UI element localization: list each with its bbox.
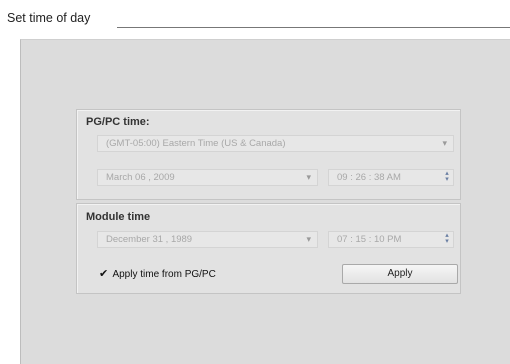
module-date-value: December 31 , 1989 (106, 234, 193, 245)
apply-button[interactable]: Apply (342, 264, 458, 284)
timezone-select[interactable]: (GMT-05:00) Eastern Time (US & Canada) ▾ (97, 135, 454, 152)
set-time-dialog: Set time of day PG/PC time: (GMT-05:00) … (0, 0, 510, 364)
module-time-value: 07 : 15 : 10 PM (337, 234, 402, 245)
spin-down-icon[interactable]: ▾ (442, 176, 452, 183)
timezone-value: (GMT-05:00) Eastern Time (US & Canada) (106, 138, 286, 149)
content-panel: PG/PC time: (GMT-05:00) Eastern Time (US… (20, 39, 510, 364)
pgpc-time-group: PG/PC time: (GMT-05:00) Eastern Time (US… (76, 109, 461, 200)
module-time-title: Module time (86, 211, 151, 223)
pgpc-time-spinner[interactable]: 09 : 26 : 38 AM ▴ ▾ (328, 169, 454, 186)
chevron-down-icon[interactable]: ▾ (306, 232, 311, 247)
pgpc-time-title: PG/PC time: (86, 116, 150, 128)
spin-down-icon[interactable]: ▾ (442, 238, 452, 245)
title-divider (117, 27, 510, 28)
dialog-title: Set time of day (7, 11, 91, 25)
module-time-group: Module time December 31 , 1989 ▾ 07 : 15… (76, 203, 461, 294)
pgpc-time-value: 09 : 26 : 38 AM (337, 172, 401, 183)
apply-from-pgpc-checkbox[interactable]: ✔ Apply time from PG/PC (99, 267, 216, 280)
module-time-spinner[interactable]: 07 : 15 : 10 PM ▴ ▾ (328, 231, 454, 248)
spin-up-down-icon[interactable]: ▴ ▾ (442, 170, 452, 184)
checkmark-icon[interactable]: ✔ (99, 268, 108, 280)
chevron-down-icon[interactable]: ▾ (306, 170, 311, 185)
module-date-select[interactable]: December 31 , 1989 ▾ (97, 231, 318, 248)
chevron-down-icon[interactable]: ▾ (442, 136, 447, 151)
apply-from-pgpc-label: Apply time from PG/PC (112, 269, 216, 280)
pgpc-date-select[interactable]: March 06 , 2009 ▾ (97, 169, 318, 186)
pgpc-date-value: March 06 , 2009 (106, 172, 175, 183)
spin-up-down-icon[interactable]: ▴ ▾ (442, 232, 452, 246)
